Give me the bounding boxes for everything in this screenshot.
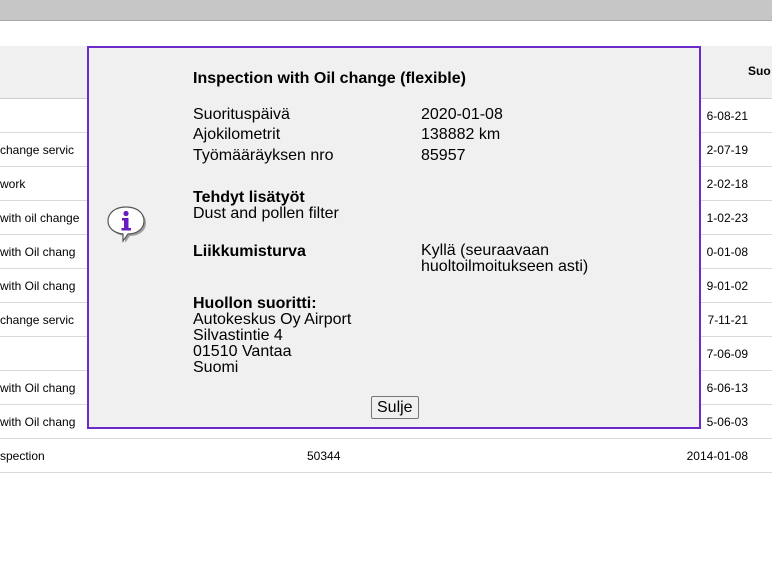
mobility-value-line2: huoltoilmoitukseen asti) xyxy=(421,258,589,275)
mobility-value: Kyllä (seuraavaan huoltoilmoitukseen ast… xyxy=(421,243,588,275)
service-detail-dialog: Inspection with Oil change (flexible) Su… xyxy=(87,46,701,429)
column-header-suoritus[interactable]: Suo xyxy=(748,64,772,78)
row-date: 6-06-13 xyxy=(706,381,748,395)
top-bar xyxy=(0,0,772,21)
mobility-value-line1: Kyllä (seuraavaan xyxy=(421,242,550,259)
service-provider-city: 01510 Vantaa xyxy=(193,343,292,360)
row-date: 2-02-18 xyxy=(706,177,748,191)
order-number-value: 85957 xyxy=(421,147,466,164)
row-description: work xyxy=(0,177,26,191)
row-order-number: 50344 xyxy=(307,449,341,463)
row-description: with Oil chang xyxy=(0,245,76,259)
row-description: with oil change xyxy=(0,211,80,225)
extra-work-section: Tehdyt lisätyöt Dust and pollen filter xyxy=(193,190,339,222)
row-description: with Oil chang xyxy=(0,415,76,429)
row-date: 2014-01-08 xyxy=(686,449,748,463)
extra-work-title: Tehdyt lisätyöt xyxy=(193,189,305,206)
order-number-label: Työmääräyksen nro xyxy=(193,147,334,164)
service-provider-country: Suomi xyxy=(193,359,239,376)
row-description: change servic xyxy=(0,313,75,327)
row-date: 0-01-08 xyxy=(706,245,748,259)
row-description: with Oil chang xyxy=(0,381,76,395)
row-date: 7-06-09 xyxy=(706,347,748,361)
row-date: 5-06-03 xyxy=(706,415,748,429)
service-provider-name: Autokeskus Oy Airport xyxy=(193,311,352,328)
dialog-title: Inspection with Oil change (flexible) xyxy=(193,70,466,87)
row-description: change servic xyxy=(0,143,75,157)
km-value: 138882 km xyxy=(421,126,501,143)
table-row[interactable]: spection 50344 2014-01-08 xyxy=(0,439,772,473)
close-button[interactable]: Sulje xyxy=(371,396,419,419)
row-date: 6-08-21 xyxy=(706,109,748,123)
service-provider-section: Huollon suoritti: Autokeskus Oy Airport … xyxy=(193,296,351,376)
date-value: 2020-01-08 xyxy=(421,106,503,123)
row-description: with Oil chang xyxy=(0,279,76,293)
extra-work-value: Dust and pollen filter xyxy=(193,205,339,222)
service-provider-street: Silvastintie 4 xyxy=(193,327,283,344)
row-date: 2-07-19 xyxy=(706,143,748,157)
info-icon xyxy=(107,206,146,243)
row-date: 1-02-23 xyxy=(706,211,748,225)
km-label: Ajokilometrit xyxy=(193,126,281,143)
row-date: 7-11-21 xyxy=(707,313,748,327)
row-description: spection xyxy=(0,449,45,463)
mobility-title: Liikkumisturva xyxy=(193,243,306,260)
row-date: 9-01-02 xyxy=(706,279,748,293)
service-provider-title: Huollon suoritti: xyxy=(193,295,317,312)
date-label: Suorituspäivä xyxy=(193,106,290,123)
